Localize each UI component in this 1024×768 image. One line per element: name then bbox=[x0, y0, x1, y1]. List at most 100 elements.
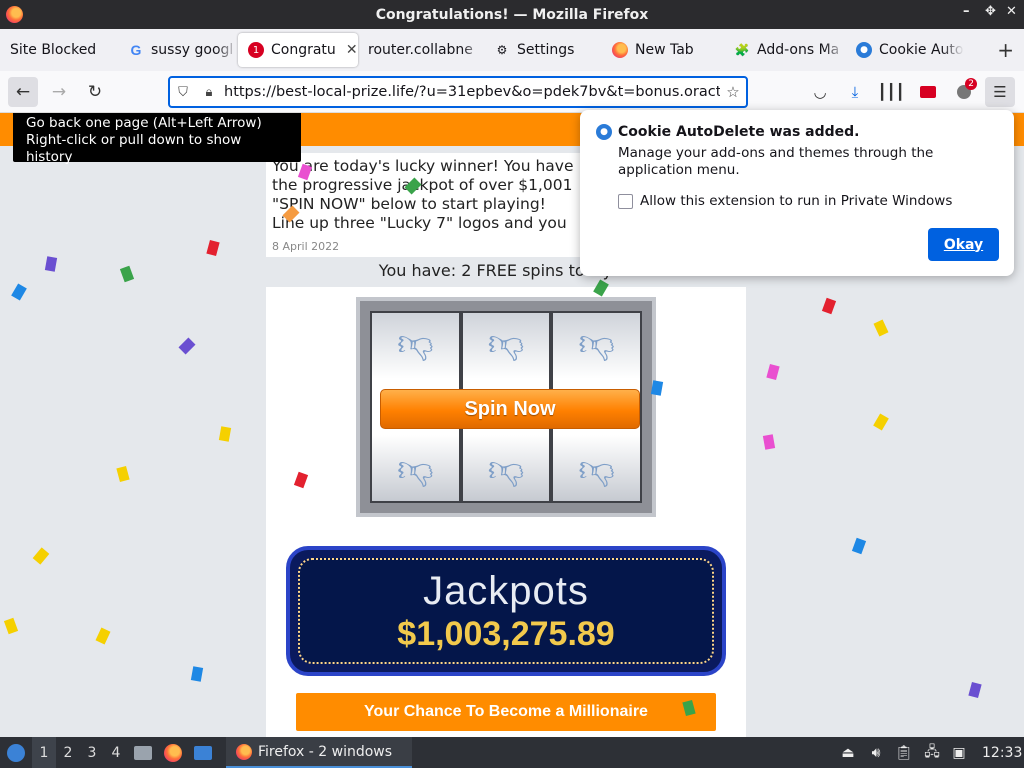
workspace-4[interactable]: 4 bbox=[104, 737, 128, 768]
app-menu-button[interactable]: ☰ bbox=[985, 77, 1015, 107]
workspace-1[interactable]: 1 bbox=[32, 737, 56, 768]
hamburger-menu-icon: ☰ bbox=[993, 83, 1007, 101]
download-icon: ⤓ bbox=[851, 83, 859, 101]
tab-label: Site Blocked bbox=[10, 42, 97, 58]
confetti-piece bbox=[95, 627, 111, 645]
forward-button[interactable]: → bbox=[44, 77, 74, 107]
maximize-button[interactable]: ✥ bbox=[985, 4, 996, 19]
tab-congratulations[interactable]: 1 Congratu ✕ bbox=[238, 33, 358, 67]
file-manager-launcher[interactable] bbox=[128, 737, 158, 768]
network-icon[interactable]: 🖧 bbox=[918, 741, 946, 765]
tooltip-line-2: Right-click or pull down to show history bbox=[26, 132, 242, 165]
pocket-icon: ◡ bbox=[813, 83, 827, 101]
tooltip-line-1: Go back one page (Alt+Left Arrow) bbox=[26, 115, 262, 131]
confetti-piece bbox=[178, 337, 196, 355]
confetti-piece bbox=[968, 681, 982, 699]
tracking-protection-shield-icon[interactable]: ⛉ bbox=[170, 85, 196, 100]
become-millionaire-button[interactable]: Your Chance To Become a Millionaire bbox=[296, 693, 716, 731]
folder-icon bbox=[134, 745, 152, 760]
taskbar: 1 2 3 4 Firefox - 2 windows ⏏ 🔊︎ 📋︎ 🖧 ▣ … bbox=[0, 737, 1024, 768]
start-menu-button[interactable] bbox=[0, 737, 32, 768]
app-launcher-icon bbox=[7, 743, 25, 762]
puzzle-icon: 🧩 bbox=[734, 43, 750, 57]
confetti-piece bbox=[44, 256, 58, 272]
tab-sussy-google[interactable]: G sussy googl bbox=[118, 33, 238, 67]
extension-red-icon bbox=[920, 86, 936, 98]
private-windows-checkbox-label[interactable]: Allow this extension to run in Private W… bbox=[640, 193, 952, 209]
bookmark-star-icon[interactable]: ☆ bbox=[720, 83, 746, 101]
confetti-piece bbox=[218, 426, 232, 442]
confetti-piece bbox=[3, 617, 19, 635]
taskbar-window-label: Firefox - 2 windows bbox=[258, 743, 393, 760]
url-text[interactable]: https://best-local-prize.life/?u=31epbev… bbox=[222, 84, 720, 100]
new-tab-button[interactable]: + bbox=[997, 38, 1014, 62]
extension-button[interactable] bbox=[913, 77, 943, 107]
tab-site-blocked[interactable]: Site Blocked bbox=[0, 33, 118, 67]
back-button[interactable]: ← bbox=[8, 76, 38, 107]
window-titlebar: Congratulations! — Mozilla Firefox – ✥ ✕ bbox=[0, 0, 1024, 29]
library-button[interactable]: ┃┃┃ bbox=[876, 77, 906, 107]
tab-label: router.collabne bbox=[368, 42, 473, 58]
url-bar[interactable]: ⛉ 🔒︎ https://best-local-prize.life/?u=31… bbox=[168, 76, 748, 108]
workspace-2[interactable]: 2 bbox=[56, 737, 80, 768]
taskbar-firefox-window[interactable]: Firefox - 2 windows bbox=[226, 737, 412, 768]
system-tray: ⏏ 🔊︎ 📋︎ 🖧 ▣ 12:33 bbox=[834, 737, 1022, 768]
firefox-icon bbox=[236, 743, 252, 760]
workspace-3[interactable]: 3 bbox=[80, 737, 104, 768]
slot-machine: 👎︎ 👎︎ 👎︎ 👎︎ 👎︎ 👎︎ 👎︎ 👎︎ 👎︎ Spin Now bbox=[356, 297, 656, 517]
tab-settings[interactable]: ⚙ Settings bbox=[484, 33, 602, 67]
tab-cookie-autodelete[interactable]: ● Cookie Auto bbox=[846, 33, 964, 67]
confetti-piece bbox=[821, 297, 837, 315]
tab-label: New Tab bbox=[635, 42, 694, 58]
jackpot-panel: Jackpots $1,003,275.89 bbox=[286, 546, 726, 676]
thumbs-down-icon: 👎︎ bbox=[578, 323, 615, 365]
notifications-icon[interactable]: ▣ bbox=[946, 745, 972, 761]
tab-close-icon[interactable]: ✕ bbox=[346, 42, 358, 58]
confetti-piece bbox=[116, 465, 130, 483]
library-icon: ┃┃┃ bbox=[877, 83, 905, 101]
confetti-piece bbox=[206, 239, 220, 257]
slot-game-panel: 👎︎ 👎︎ 👎︎ 👎︎ 👎︎ 👎︎ 👎︎ 👎︎ 👎︎ Spin Now bbox=[266, 287, 746, 737]
volume-icon[interactable]: 🔊︎ bbox=[862, 745, 890, 761]
popup-title: Cookie AutoDelete was added. bbox=[618, 124, 860, 140]
jackpot-title: Jackpots bbox=[423, 569, 589, 613]
desktop-launcher[interactable] bbox=[188, 737, 218, 768]
confetti-piece bbox=[851, 537, 867, 555]
arrow-left-icon: ← bbox=[15, 81, 31, 102]
firefox-icon bbox=[612, 42, 628, 58]
thumbs-down-icon: 👎︎ bbox=[397, 448, 434, 490]
notification-badge: 2 bbox=[965, 78, 977, 90]
close-window-button[interactable]: ✕ bbox=[1006, 4, 1017, 19]
thumbs-down-icon: 👎︎ bbox=[578, 448, 615, 490]
navigation-toolbar: ← → ↻ ⛉ 🔒︎ https://best-local-prize.life… bbox=[0, 71, 1024, 113]
firefox-icon bbox=[164, 743, 182, 762]
lock-icon[interactable]: 🔒︎ bbox=[196, 85, 222, 100]
eject-icon[interactable]: ⏏ bbox=[834, 745, 862, 761]
spin-now-button[interactable]: Spin Now bbox=[380, 389, 640, 429]
confetti-piece bbox=[11, 283, 27, 301]
tab-router-collabnet[interactable]: router.collabne bbox=[358, 33, 484, 67]
private-windows-checkbox-row[interactable]: Allow this extension to run in Private W… bbox=[618, 193, 998, 209]
private-windows-checkbox[interactable] bbox=[618, 193, 633, 209]
downloads-button[interactable]: ⤓ bbox=[840, 77, 870, 107]
window-title: Congratulations! — Mozilla Firefox bbox=[375, 6, 649, 23]
confetti-piece bbox=[190, 666, 204, 682]
cookie-autodelete-button[interactable]: 2 bbox=[949, 77, 979, 107]
thumbs-down-icon: 👎︎ bbox=[487, 448, 525, 490]
clipboard-icon[interactable]: 📋︎ bbox=[890, 745, 918, 761]
okay-button[interactable]: Okay bbox=[928, 228, 999, 261]
popup-body: Manage your add-ons and themes through t… bbox=[618, 145, 934, 178]
firefox-launcher[interactable] bbox=[158, 737, 188, 768]
reload-icon: ↻ bbox=[87, 81, 103, 102]
cookie-icon: ● bbox=[596, 124, 612, 140]
arrow-right-icon: → bbox=[51, 81, 67, 102]
confetti-piece bbox=[119, 265, 135, 283]
minimize-button[interactable]: – bbox=[963, 4, 970, 19]
tab-new-tab[interactable]: New Tab bbox=[602, 33, 724, 67]
pocket-button[interactable]: ◡ bbox=[805, 77, 835, 107]
confetti-piece bbox=[873, 319, 889, 337]
thumbs-down-icon: 👎︎ bbox=[397, 323, 434, 365]
tab-addons-manager[interactable]: 🧩 Add-ons Ma bbox=[724, 33, 846, 67]
reload-button[interactable]: ↻ bbox=[80, 77, 110, 107]
cookie-icon: ● bbox=[856, 42, 872, 58]
